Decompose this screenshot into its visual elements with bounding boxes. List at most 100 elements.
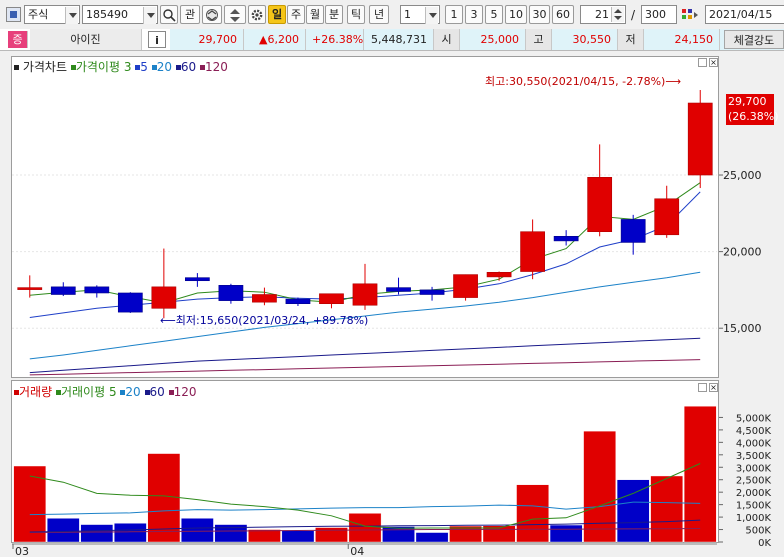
candle-body [352,283,378,306]
count-input[interactable]: 21 [580,5,626,24]
y-tick-label: 15,000 [723,322,762,335]
y-tick-label: 2,500K [736,476,772,487]
period-tick-button[interactable]: 틱 [347,5,365,24]
volume-bar [382,526,415,543]
period-minute-button[interactable]: 분 [325,5,343,24]
high-label: 고 [526,29,552,50]
candle-body [553,235,579,242]
volume-bar [348,513,382,543]
count-value: 21 [595,8,609,21]
date-input[interactable]: 2021/04/15 [705,5,784,24]
trade-volume: 5,448,731 [364,29,434,50]
candle-body [84,286,110,294]
chart-tools-button[interactable] [680,6,700,24]
gwan-button[interactable]: 관 [180,5,200,24]
volume-bar [650,475,684,543]
interval-5-button[interactable]: 5 [485,5,503,24]
price-y-axis: 25,000 20,000 15,000 [719,169,762,335]
volume-bar [46,518,80,543]
volume-bar [80,524,114,543]
current-rate-tag-value: (26.38%) [728,110,779,123]
candle-body [654,198,680,236]
candle-body [319,293,344,305]
y-tick-label: 4,500K [736,426,772,437]
period-week-button[interactable]: 주 [287,5,305,24]
market-tag: 증 [8,31,28,48]
candle-body [386,287,411,292]
market-select[interactable]: 주식 [24,5,80,24]
price-change-rate: +26.38% [306,29,364,50]
search-icon [163,9,176,22]
y-tick-label: 4,000K [736,438,772,449]
chevron-down-icon[interactable] [143,7,156,24]
y-tick-label: 25,000 [723,169,762,182]
stock-code-input[interactable]: 185490 [82,5,158,24]
volume-bar [114,523,147,543]
candle-body [285,298,311,305]
window-menu-icon[interactable] [6,7,21,22]
chart-tools-icon [682,9,698,19]
volume-bar [415,532,449,543]
candle-body [520,231,545,272]
candle-body [50,286,76,295]
count-total-value: 300 [645,8,666,21]
candle-body [453,274,478,298]
high-price: 30,550 [552,29,618,50]
volume-bar [13,465,47,543]
y-tick-label: 20,000 [723,246,762,259]
low-annotation: ⟵최저:15,650(2021/03/24, +89.78%) [160,314,369,327]
strength-button[interactable]: 체결강도 [724,30,784,49]
volume-bar [516,484,549,543]
count-total-input[interactable]: 300 [641,5,677,24]
candle-body [486,271,512,278]
interval-select[interactable]: 1 [400,5,440,24]
period-month-button[interactable]: 월 [306,5,324,24]
period-day-button[interactable]: 일 [268,5,286,24]
count-separator: / [631,8,636,22]
volume-bars [13,406,717,543]
ma120-line [29,359,701,376]
link-icon [206,9,218,21]
spin-icon[interactable] [611,7,624,22]
spin-arrows-icon [614,9,622,20]
volume-bar [616,479,650,543]
price-chart[interactable]: 25,000 20,000 15,000 [11,56,784,378]
volume-chart[interactable]: 5,000K 4,500K4,000K 3,500K3,000K 2,500K2,00… [11,380,784,557]
volume-y-axis: 5,000K 4,500K4,000K 3,500K3,000K 2,500K2,00… [719,413,771,549]
x-tick-label: 04 [350,545,364,557]
current-price: 29,700 [172,29,244,50]
settings-button[interactable] [248,5,266,24]
candle-body [151,286,177,309]
volume-bar [281,530,315,543]
volume-bar [248,529,281,543]
low-label: 저 [618,29,644,50]
interval-1-button[interactable]: 1 [445,5,463,24]
volume-bar [683,406,717,543]
period-year-button[interactable]: 년 [369,5,389,24]
x-axis: 03 04 [12,543,717,557]
y-tick-label: 1,500K [736,501,772,512]
chevron-down-icon[interactable] [65,7,78,24]
y-tick-label: 2,000K [736,488,772,499]
search-button[interactable] [160,5,178,24]
link-button[interactable] [202,5,222,24]
x-tick-label: 03 [15,545,29,557]
up-down-icon [230,9,240,22]
stock-code-value: 185490 [86,8,128,21]
y-tick-label: 500K [745,526,771,537]
candle-body [620,219,646,243]
y-tick-label: 0K [758,538,771,549]
high-annotation: 최고:30,550(2021/04/15, -2.78%)⟶ [485,75,682,88]
interval-10-button[interactable]: 10 [505,5,527,24]
info-button[interactable]: i [148,31,166,48]
chevron-down-icon[interactable] [425,7,438,24]
y-tick-label: 3,500K [736,451,772,462]
gear-icon [251,9,263,21]
open-price: 25,000 [460,29,526,50]
stepper-button[interactable] [224,5,246,24]
interval-3-button[interactable]: 3 [465,5,483,24]
interval-60-button[interactable]: 60 [552,5,574,24]
interval-30-button[interactable]: 30 [529,5,550,24]
current-price-tag: 29,700 (26.38%) [726,94,779,125]
volume-bar [549,524,583,543]
